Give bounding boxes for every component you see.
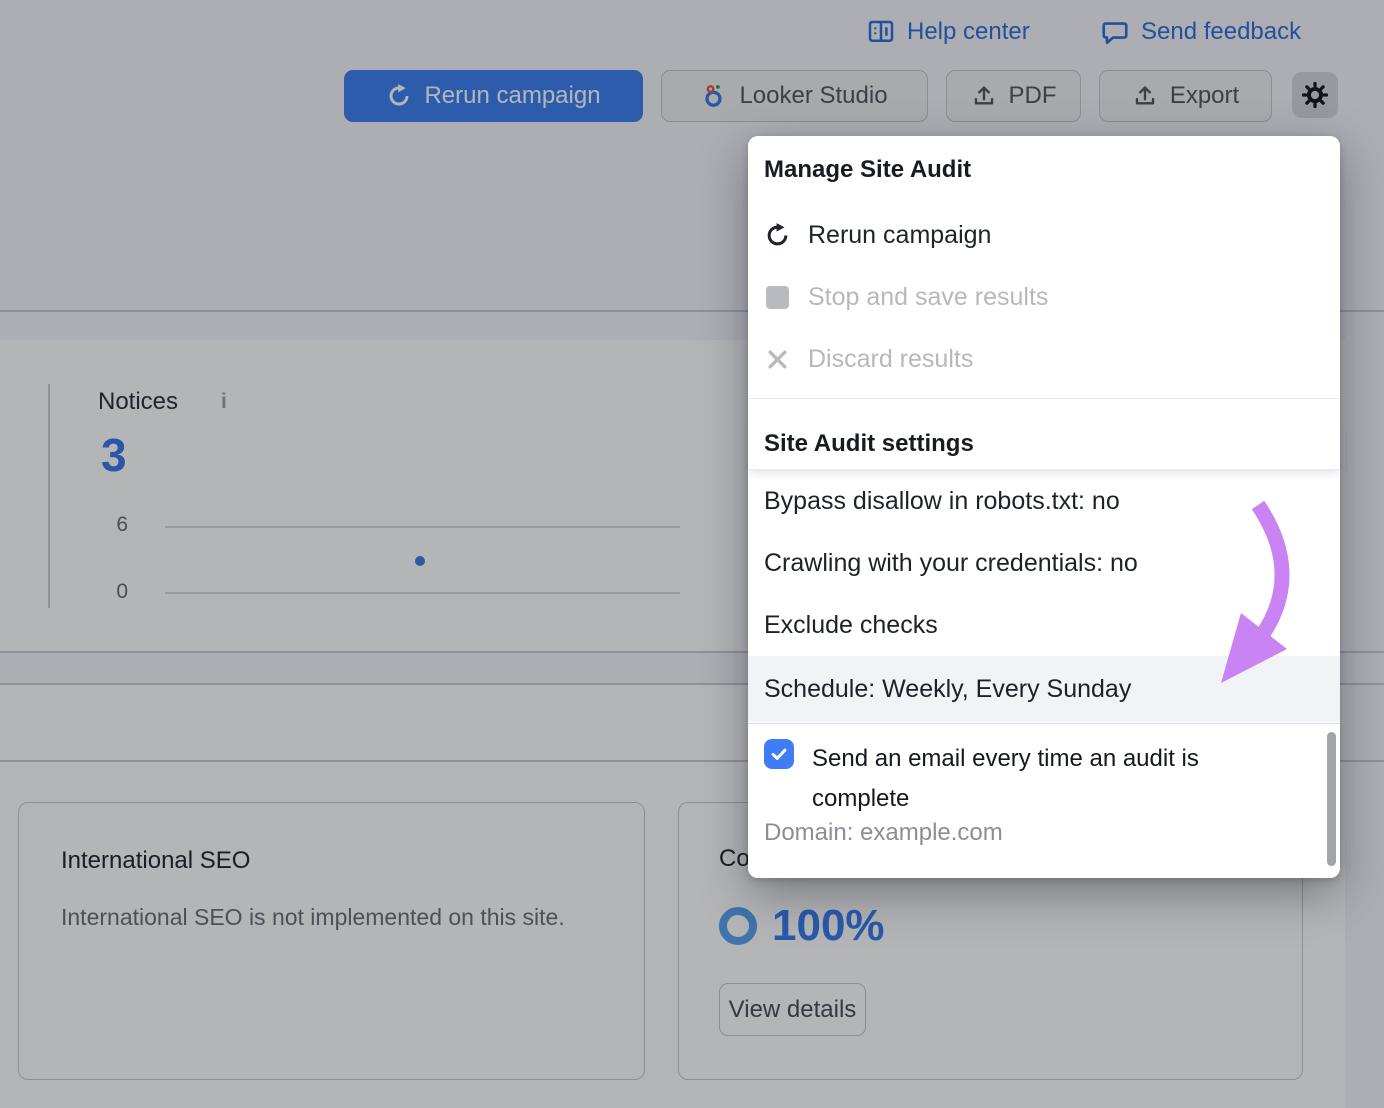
menu-item-label: Rerun campaign [808, 221, 991, 250]
setting-row-credentials[interactable]: Crawling with your credentials: no [748, 532, 1340, 594]
menu-divider [748, 398, 1340, 399]
check-icon [769, 744, 789, 764]
setting-row-exclude-checks[interactable]: Exclude checks [748, 594, 1340, 656]
setting-row-schedule[interactable]: Schedule: Weekly, Every Sunday [748, 656, 1340, 722]
email-checkbox-label: Send an email every time an audit is com… [812, 739, 1264, 819]
stop-icon [766, 286, 789, 309]
email-settings-section: Send an email every time an audit is com… [748, 723, 1340, 878]
menu-item-stop-save[interactable]: Stop and save results [748, 268, 1340, 326]
menu-item-label: Discard results [808, 345, 973, 374]
menu-section-title: Manage Site Audit [764, 156, 971, 184]
settings-section-title: Site Audit settings [764, 430, 974, 458]
settings-section-header: Site Audit settings [748, 418, 1340, 470]
domain-label: Domain: example.com [764, 819, 1003, 847]
close-icon [764, 346, 791, 373]
email-checkbox[interactable] [764, 739, 794, 769]
setting-label: Exclude checks [764, 611, 938, 640]
menu-item-discard[interactable]: Discard results [748, 330, 1340, 388]
setting-row-bypass-robots[interactable]: Bypass disallow in robots.txt: no [748, 470, 1340, 532]
menu-item-label: Stop and save results [808, 283, 1048, 312]
manage-site-audit-menu: Manage Site Audit Rerun campaign Stop an… [748, 136, 1340, 878]
menu-item-rerun-campaign[interactable]: Rerun campaign [748, 206, 1340, 264]
setting-label: Crawling with your credentials: no [764, 549, 1138, 578]
menu-scrollbar-thumb[interactable] [1327, 732, 1336, 866]
refresh-icon [764, 222, 791, 249]
setting-label: Bypass disallow in robots.txt: no [764, 487, 1120, 516]
setting-label: Schedule: Weekly, Every Sunday [764, 675, 1131, 704]
